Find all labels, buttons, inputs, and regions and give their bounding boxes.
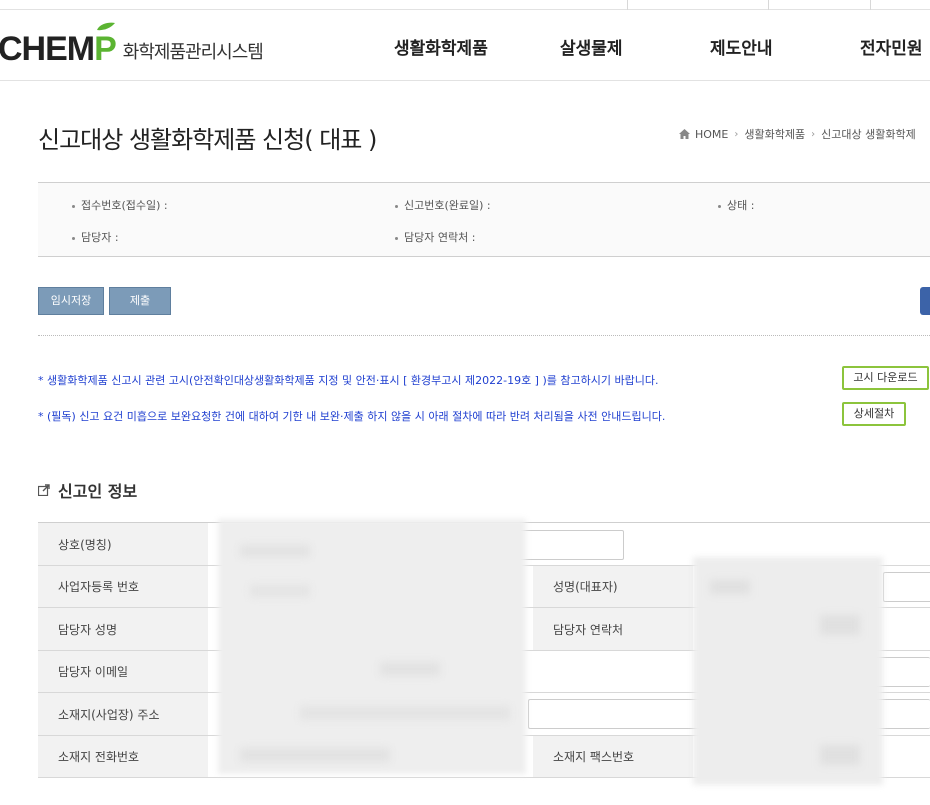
notice-regulation: * 생활화학제품 신고시 관련 고시(안전확인대상생활화학제품 지정 및 안전·… (38, 374, 659, 387)
home-icon (679, 129, 690, 139)
bullet-icon (72, 204, 75, 208)
label-business-number: 사업자등록 번호 (38, 566, 208, 607)
logo-subtitle: 화학제품관리시스템 (122, 42, 264, 63)
redacted-text (820, 615, 860, 635)
logo-wordmark: CHEM (0, 30, 95, 68)
external-link-icon (38, 484, 50, 496)
chevron-right-icon: › (734, 128, 739, 140)
bullet-icon (72, 236, 75, 240)
breadcrumb-home[interactable]: HOME (695, 128, 728, 141)
nav-item-living-chemicals[interactable]: 생활화학제품 (394, 34, 488, 59)
redacted-text (820, 745, 860, 765)
company-name-input[interactable] (518, 530, 624, 560)
redacted-text (240, 545, 310, 557)
detailed-procedure-button[interactable]: 상세절차 (842, 402, 906, 426)
divider (38, 335, 930, 336)
utility-separator (768, 0, 769, 10)
breadcrumb: HOME › 생활화학제품 › 신고대상 생활화학제 (679, 126, 916, 142)
nav-item-e-petition[interactable]: 전자민원 (860, 34, 923, 59)
breadcrumb-current[interactable]: 신고대상 생활화학제 (821, 126, 916, 142)
right-action-button[interactable] (920, 287, 930, 315)
notice-required: * (필독) 신고 요건 미흡으로 보완요청한 건에 대하여 기한 내 보완·제… (38, 410, 666, 423)
bullet-icon (395, 204, 398, 208)
label-manager-email: 담당자 이메일 (38, 651, 208, 692)
redacted-text (250, 585, 310, 597)
redacted-text (380, 662, 440, 676)
application-info-box: 접수번호(접수일) : 신고번호(완료일) : 상태 : 담당자 : 담당자 연… (38, 182, 930, 257)
nav-item-system-guide[interactable]: 제도안내 (710, 34, 773, 59)
nav-item-biocides[interactable]: 살생물제 (560, 34, 623, 59)
redacted-text (240, 748, 390, 762)
label-address: 소재지(사업장) 주소 (38, 693, 208, 735)
download-notice-button[interactable]: 고시 다운로드 (842, 366, 929, 390)
status: 상태 : (718, 197, 754, 213)
page-title: 신고대상 생활화학제품 신청( 대표 ) (38, 126, 377, 154)
ceo-name-input[interactable] (883, 572, 930, 602)
label-phone: 소재지 전화번호 (38, 736, 208, 777)
chevron-right-icon: › (811, 128, 816, 140)
bullet-icon (395, 236, 398, 240)
leaf-icon (97, 22, 116, 31)
label-company-name: 상호(명칭) (38, 523, 208, 565)
receipt-number: 접수번호(접수일) : (72, 197, 168, 213)
label-manager-phone: 담당자 연락처 (533, 608, 693, 650)
label-ceo-name: 성명(대표자) (533, 566, 693, 607)
manager-contact: 담당자 연락처 : (395, 229, 475, 245)
logo-letter-p: P (94, 22, 117, 66)
redacted-text (300, 706, 510, 720)
bullet-icon (718, 204, 721, 208)
chemp-logo[interactable]: CHEM P 화학제품관리시스템 (0, 22, 264, 68)
redacted-area (218, 519, 526, 774)
redacted-text (710, 580, 750, 594)
top-utility-bar (0, 0, 930, 10)
site-header: CHEM P 화학제품관리시스템 생활화학제품 살생물제 제도안내 전자민원 (0, 10, 930, 81)
breadcrumb-living-chemicals[interactable]: 생활화학제품 (744, 126, 805, 142)
submit-button[interactable]: 제출 (109, 287, 171, 315)
temp-save-button[interactable]: 임시저장 (38, 287, 104, 315)
utility-separator (627, 0, 628, 10)
utility-separator (870, 0, 871, 10)
label-manager-name: 담당자 성명 (38, 608, 208, 650)
manager: 담당자 : (72, 229, 119, 245)
section-title-applicant: 신고인 정보 (38, 478, 137, 502)
report-number: 신고번호(완료일) : (395, 197, 491, 213)
label-fax: 소재지 팩스번호 (533, 736, 693, 777)
